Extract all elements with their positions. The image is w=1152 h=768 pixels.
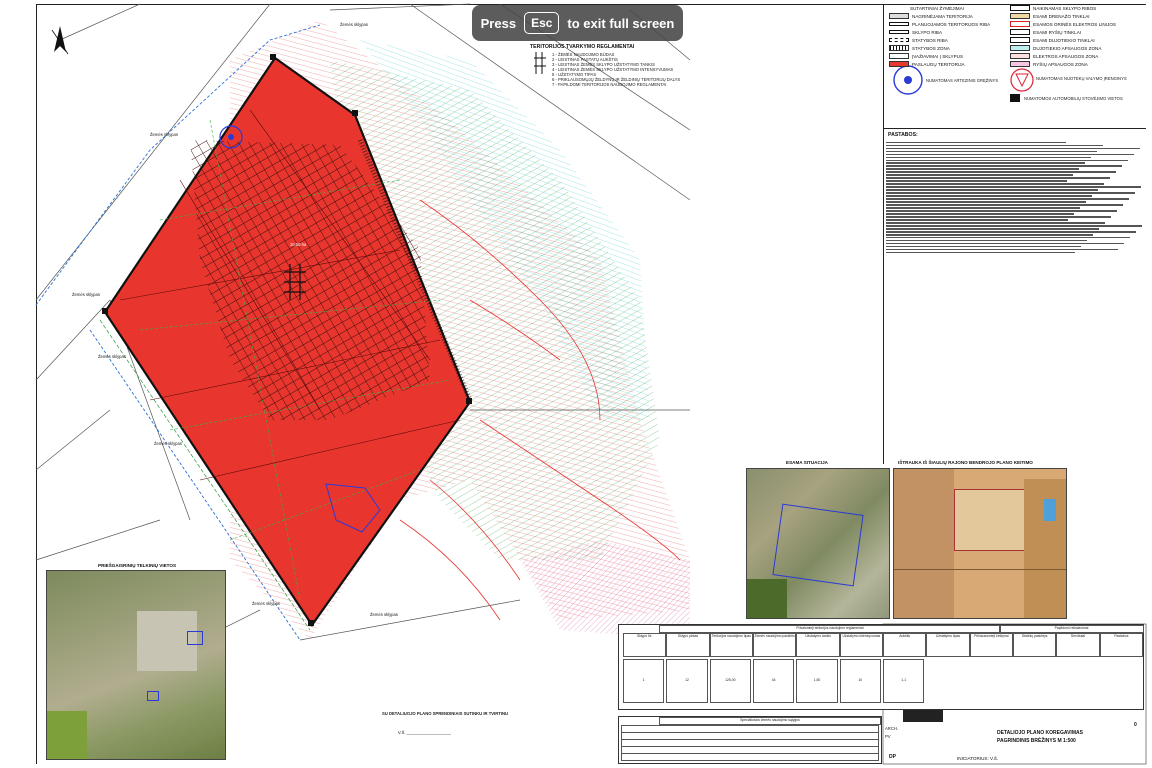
legend-swatch bbox=[1010, 5, 1030, 11]
legend-row: STATYBOS RIBA bbox=[889, 36, 990, 44]
notes-block bbox=[886, 140, 1148, 254]
map-parcel-label: Žemės sklypas bbox=[340, 22, 368, 27]
table-cell: 44 bbox=[753, 659, 795, 703]
table-column-header: Užstatymo intensyvumas bbox=[839, 633, 883, 657]
general-plan-extract bbox=[893, 468, 1067, 619]
legend-swatch bbox=[1010, 29, 1030, 35]
legend-row: ĮVAŽIAVIMAI Į SKLYPUS bbox=[889, 52, 990, 60]
table-column-header: Užstatymo tipas bbox=[926, 633, 970, 657]
legend-row: NAGRINĖJAMA TERITORIJA bbox=[889, 12, 990, 20]
legend-swatch bbox=[889, 13, 909, 19]
legend-swatch bbox=[1010, 21, 1030, 27]
table-cell: 12 bbox=[666, 659, 708, 703]
legend-swatch bbox=[889, 53, 909, 59]
regulation-list: 1 - ŽEMĖS NAUDOJIMO BŪDAS 2 - LEISTINAS … bbox=[552, 52, 680, 87]
title-block: ARCH. PV DETALIOJO PLANO KOREGAVIMAS PAG… bbox=[883, 708, 1146, 764]
regulation-line: 7 - PAPILDOMI TERITORIJOS NAUDOJIMO REGL… bbox=[552, 82, 667, 87]
legend-swatch bbox=[1010, 37, 1030, 43]
map-parcel-label: Žemės sklypas bbox=[252, 601, 280, 606]
legend-swatch bbox=[1010, 45, 1030, 51]
table-column-header: Priklausomieji želdynai bbox=[969, 633, 1013, 657]
legend-row: NAIKINAMAS SKLYPO RIBOS bbox=[1010, 4, 1116, 12]
legend-swatch bbox=[889, 61, 909, 67]
legend-row: PLANUOJAMOS TERITORIJOS RIBA bbox=[889, 20, 990, 28]
legend-row: ELEKTROS APSAUGOS ZONA bbox=[1010, 52, 1116, 60]
stamp-role: ARCH. bbox=[885, 726, 899, 731]
legend-row: SUTARTINIAI ŽYMĖJIMAI bbox=[889, 4, 990, 12]
parking-legend-label: NUMATOMOS AUTOMOBILIŲ STOVĖJIMO VIETOS bbox=[1024, 96, 1123, 101]
legend-row: PASLAUGŲ TERITORIJA bbox=[889, 60, 990, 68]
legend-swatch bbox=[889, 38, 909, 42]
table-column-header: Sklypo plotas bbox=[666, 633, 710, 657]
map-parcel-label: Žemės sklypas bbox=[72, 292, 100, 297]
stamp-role: PV bbox=[885, 734, 891, 739]
table-column-header: Statinių paskirtys bbox=[1013, 633, 1057, 657]
well-legend-label: NUMATOMAS ARTEZINIS GRĘŽINYS bbox=[926, 78, 999, 83]
company-logo bbox=[903, 710, 943, 722]
regulations-table: Privalomieji teritorijos naudojimo regla… bbox=[618, 624, 1144, 710]
map-parcel-label: Žemės sklypas bbox=[370, 612, 398, 617]
legend-swatch bbox=[1010, 61, 1030, 67]
legend-swatch bbox=[889, 30, 909, 34]
legend-swatch bbox=[1010, 53, 1030, 59]
table-header: Privalomieji teritorijos naudojimo regla… bbox=[659, 625, 1001, 633]
table-column-header: Sklypo Nr. bbox=[623, 633, 667, 657]
table-column-header: Teritorijos naudojimo tipas bbox=[709, 633, 753, 657]
drawing-title-1: DETALIOJO PLANO KOREGAVIMAS bbox=[997, 730, 1083, 736]
map-parcel-label: Žemės sklypas bbox=[150, 132, 178, 137]
legend-row: SKLYPO RIBA bbox=[889, 28, 990, 36]
table-column-header: Užstatymo tankis bbox=[796, 633, 840, 657]
existing-situation-photo bbox=[746, 468, 890, 619]
table-header-right: Papildomi reikalavimai bbox=[999, 625, 1144, 633]
treatment-legend-label: NUMATOMAS NUOTEKŲ VALYMO ĮRENGINYS bbox=[1036, 76, 1127, 81]
legend-row: STATYBOS ZONA bbox=[889, 44, 990, 52]
table-cell: 125,00 bbox=[709, 659, 751, 703]
legend-row: RYŠIŲ APSAUGOS ZONA bbox=[1010, 60, 1116, 68]
table-cell: 10 bbox=[839, 659, 881, 703]
regulation-title: TERITORIJOS TVARKYMO REGLAMENTAI bbox=[530, 44, 635, 50]
banner-rest-text: to exit full screen bbox=[567, 15, 675, 31]
drawing-sheet: Press Esc to exit full screen TERITORIJO… bbox=[0, 0, 1152, 768]
table-column-header: Žemės naudojimo paskirtis bbox=[753, 633, 797, 657]
table-cell: 1 bbox=[623, 659, 665, 703]
extract-caption: IŠTRAUKA IŠ ŠIAULIŲ RAJONO BENDROJO PLAN… bbox=[898, 460, 1033, 465]
legend-swatch bbox=[889, 45, 909, 51]
legend-row: ESAMOS ORINĖS ELEKTROS LINIJOS bbox=[1010, 20, 1116, 28]
legend-swatch bbox=[889, 22, 909, 26]
banner-press-text: Press bbox=[480, 15, 517, 31]
map-area-label: 10,50 ha bbox=[290, 242, 307, 247]
author-label: INICIATORIUS: V.Š. bbox=[957, 756, 999, 761]
spec-header: Specialiosios žemės naudojimo sąlygos bbox=[659, 717, 881, 725]
table-cell: 1,1 bbox=[883, 659, 925, 703]
spec-row bbox=[621, 753, 879, 761]
legend-left: SUTARTINIAI ŽYMĖJIMAI NAGRINĖJAMA TERITO… bbox=[889, 4, 990, 68]
north-arrow bbox=[51, 26, 69, 55]
table-cell: 1,50 bbox=[796, 659, 838, 703]
special-conditions-table: Specialiosios žemės naudojimo sąlygos bbox=[618, 716, 882, 764]
table-column-header: Pastabos bbox=[1099, 633, 1143, 657]
existing-caption: ESAMA SITUACIJA bbox=[786, 460, 828, 465]
stage-code: DP bbox=[889, 754, 896, 760]
note-line bbox=[886, 250, 1148, 254]
agreed-text: SU DETALIUOJO PLANO SPRENDINIAIS SUTINKU… bbox=[382, 711, 509, 716]
esc-key-icon: Esc bbox=[524, 12, 560, 34]
map-parcel-label: Žemės sklypas bbox=[98, 354, 126, 359]
agreed-signature-line: V.Š. ___________________ bbox=[398, 730, 451, 735]
legend-row: ESAMI DUJOTIEKIO TINKLAI bbox=[1010, 36, 1116, 44]
legend-row: ESAMI RYŠIŲ TINKLAI bbox=[1010, 28, 1116, 36]
fullscreen-exit-banner[interactable]: Press Esc to exit full screen bbox=[472, 5, 683, 41]
sheet-number: 0 bbox=[1134, 722, 1137, 728]
legend-swatch bbox=[1010, 13, 1030, 19]
drawing-title-2: PAGRINDINIS BRĖŽINYS M 1:500 bbox=[997, 738, 1076, 744]
wells-caption: PRIEŠGAISRINIŲ TELKINIŲ VIETOS bbox=[98, 563, 177, 568]
legend-right: NAIKINAMAS SKLYPO RIBOS ESAMI DRENAŽO TI… bbox=[1010, 4, 1116, 68]
legend-row: DUJOTIEKIO APSAUGOS ZONA bbox=[1010, 44, 1116, 52]
legend-swatch bbox=[889, 6, 907, 10]
map-parcel-label: Žemės sklypas bbox=[154, 441, 182, 446]
notes-title: PASTABOS: bbox=[888, 132, 918, 138]
legend-row: ESAMI DRENAŽO TINKLAI bbox=[1010, 12, 1116, 20]
table-column-header: Servitutai bbox=[1056, 633, 1100, 657]
fire-wells-photo bbox=[46, 570, 226, 760]
table-column-header: Aukštis bbox=[883, 633, 927, 657]
